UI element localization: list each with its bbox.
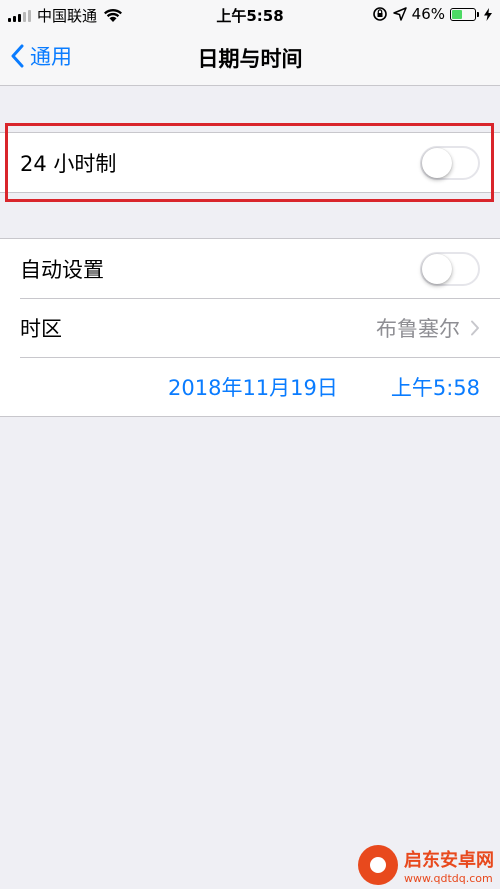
battery-percent: 46% <box>411 5 445 23</box>
battery-icon <box>450 7 479 21</box>
chevron-right-icon <box>471 320 479 335</box>
charging-icon <box>484 7 492 21</box>
watermark-logo-icon <box>358 845 398 885</box>
watermark: 启东安卓网 www.qdtdq.com <box>358 845 494 885</box>
row-date-time: 2018年11月19日 上午5:58 <box>0 357 500 416</box>
status-right: 46% <box>372 5 492 23</box>
row-label-timezone: 时区 <box>20 316 62 341</box>
date-value[interactable]: 2018年11月19日 <box>168 372 338 402</box>
toggle-24-hour[interactable] <box>420 146 480 180</box>
time-value[interactable]: 上午5:58 <box>391 372 480 402</box>
toggle-knob <box>422 148 452 178</box>
toggle-knob <box>422 254 452 284</box>
watermark-url: www.qdtdq.com <box>404 871 493 885</box>
row-label-24-hour: 24 小时制 <box>20 151 117 176</box>
status-bar: 中国联通 上午5:58 46% <box>0 0 500 30</box>
settings-group-24-hour: 24 小时制 <box>0 132 500 193</box>
row-auto-set: 自动设置 <box>0 239 500 298</box>
navigation-bar: 通用 日期与时间 <box>0 30 500 86</box>
orientation-lock-icon <box>372 7 387 21</box>
row-timezone[interactable]: 时区 布鲁塞尔 <box>0 298 500 357</box>
toggle-auto-set[interactable] <box>420 252 480 286</box>
row-24-hour: 24 小时制 <box>0 133 500 192</box>
settings-group-date-time: 自动设置 时区 布鲁塞尔 2018年11月19日 上午5:58 <box>0 238 500 417</box>
location-icon <box>392 7 407 21</box>
page-title: 日期与时间 <box>197 47 303 71</box>
timezone-value: 布鲁塞尔 <box>376 316 460 341</box>
row-label-auto-set: 自动设置 <box>20 257 104 282</box>
battery-fill <box>452 9 463 19</box>
watermark-name: 启东安卓网 <box>404 849 494 871</box>
